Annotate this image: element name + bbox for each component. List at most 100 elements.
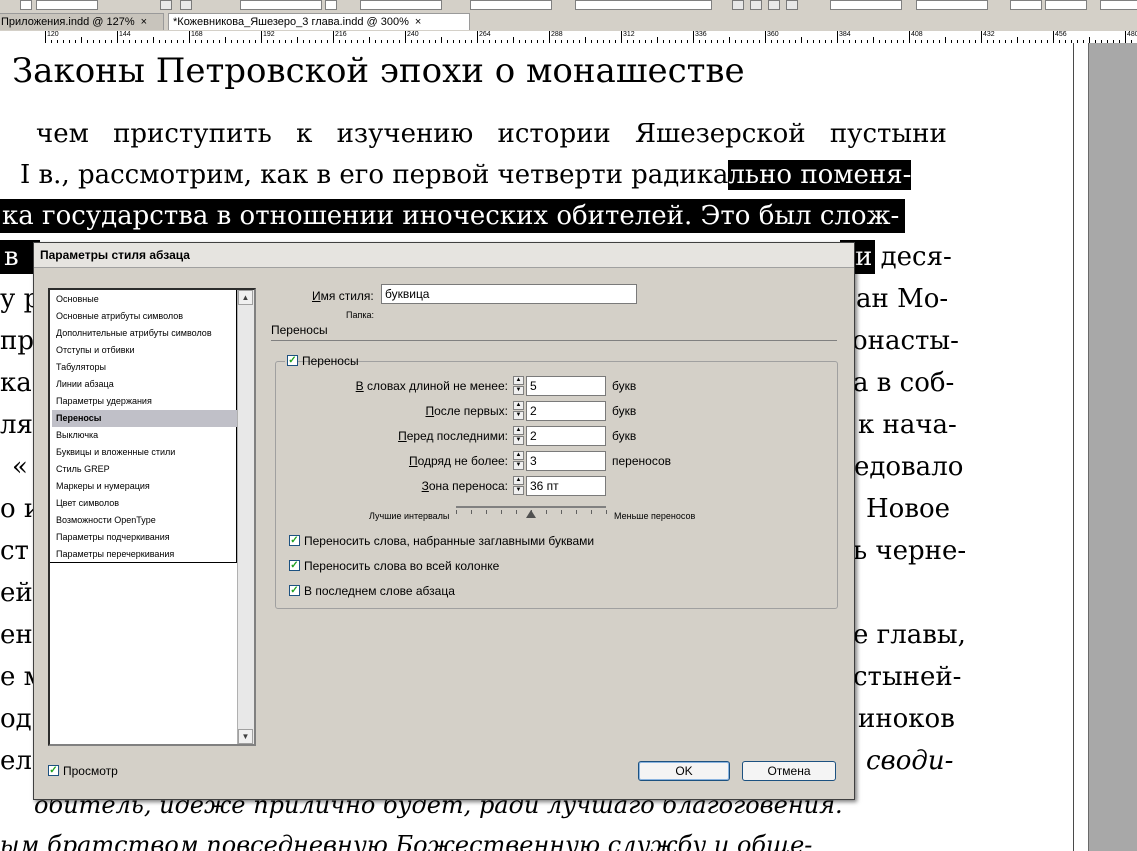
text-line[interactable]: ел <box>0 744 32 778</box>
tab-applications[interactable]: Приложения.indd @ 127% × <box>0 13 164 30</box>
toolbar-field[interactable] <box>36 0 98 10</box>
category-item[interactable]: Буквицы и вложенные стили <box>52 444 240 461</box>
spin-down-icon[interactable]: ▼ <box>513 486 524 495</box>
cancel-button[interactable]: Отмена <box>742 761 836 781</box>
option-checkbox[interactable]: ✓ <box>289 560 300 571</box>
spin-down-icon[interactable]: ▼ <box>513 436 524 445</box>
category-item[interactable]: Параметры перечеркивания <box>52 546 240 563</box>
category-item[interactable]: Возможности OpenType <box>52 512 240 529</box>
spin-down-icon[interactable]: ▼ <box>513 411 524 420</box>
text-line[interactable]: стыней- <box>853 660 961 694</box>
category-item[interactable]: Основные атрибуты символов <box>52 308 240 325</box>
text-line[interactable]: своди- <box>866 744 953 778</box>
category-list[interactable]: Основные Основные атрибуты символов Дополн… <box>48 288 256 746</box>
toolbar-button[interactable] <box>20 0 32 10</box>
toolbar-field[interactable] <box>470 0 552 10</box>
toolbar-button[interactable] <box>180 0 192 10</box>
category-item[interactable]: Дополнительные атрибуты символов <box>52 325 240 342</box>
text-line[interactable]: Новое <box>866 492 950 526</box>
field-spinner[interactable]: ▲ ▼ <box>513 426 525 446</box>
scroll-down-button[interactable]: ▼ <box>238 729 253 744</box>
toolbar-button[interactable] <box>768 0 780 10</box>
chapter-heading[interactable]: Законы Петровской эпохи о монашестве <box>12 51 745 91</box>
category-scrollbar[interactable]: ▲ ▼ <box>237 290 254 744</box>
hyphenation-slider-thumb[interactable] <box>526 510 536 518</box>
text-line[interactable]: к нача- <box>858 408 957 442</box>
category-item[interactable]: Маркеры и нумерация <box>52 478 240 495</box>
toolbar-button[interactable] <box>325 0 337 10</box>
field-spinner[interactable]: ▲ ▼ <box>513 376 525 396</box>
text-line[interactable]: од <box>0 702 32 736</box>
field-spinner[interactable]: ▲ ▼ <box>513 451 525 471</box>
close-icon[interactable]: × <box>141 16 147 28</box>
hyphenation-slider-track[interactable] <box>456 506 606 508</box>
text-line[interactable]: ым братством повседневную Божественную с… <box>0 828 812 851</box>
spin-up-icon[interactable]: ▲ <box>513 451 524 460</box>
option-checkbox[interactable]: ✓ <box>289 535 300 546</box>
text-line[interactable]: ей <box>0 576 33 610</box>
toolbar-field[interactable] <box>575 0 712 10</box>
dialog-title[interactable]: Параметры стиля абзаца <box>34 243 854 268</box>
hyphenation-checkbox[interactable]: ✓ <box>287 355 298 366</box>
toolbar-field[interactable] <box>1045 0 1087 10</box>
spin-down-icon[interactable]: ▼ <box>513 386 524 395</box>
text-line[interactable]: ен <box>0 618 33 652</box>
toolbar-field[interactable] <box>360 0 442 10</box>
toolbar-button[interactable] <box>750 0 762 10</box>
field-spinner[interactable]: ▲ ▼ <box>513 476 525 496</box>
text-line[interactable]: иноков <box>858 702 955 736</box>
text-line[interactable]: онасты- <box>852 324 959 358</box>
spin-up-icon[interactable]: ▲ <box>513 376 524 385</box>
category-item[interactable]: Выключка <box>52 427 240 444</box>
category-item[interactable]: Параметры удержания <box>52 393 240 410</box>
scroll-up-button[interactable]: ▲ <box>238 290 253 305</box>
text-line[interactable]: а в соб- <box>853 366 954 400</box>
text-line[interactable]: и деся- <box>855 240 952 274</box>
ok-button[interactable]: OK <box>638 761 730 781</box>
text-line[interactable]: ля <box>0 408 33 442</box>
option-checkbox[interactable]: ✓ <box>289 585 300 596</box>
selected-text-line[interactable]: ка государства в отношении иноческих оби… <box>0 199 906 233</box>
toolbar-button[interactable] <box>160 0 172 10</box>
field-input[interactable]: 2 <box>526 426 606 446</box>
text-line[interactable]: I в., рассмотрим, как в его первой четве… <box>20 158 912 192</box>
toolbar-button[interactable] <box>732 0 744 10</box>
spin-up-icon[interactable]: ▲ <box>513 476 524 485</box>
category-item[interactable]: Цвет символов <box>52 495 240 512</box>
field-input[interactable]: 2 <box>526 401 606 421</box>
toolbar-field[interactable] <box>1100 0 1137 10</box>
tab-chapter-3[interactable]: *Кожевникова_Яшезеро_3 глава.indd @ 300%… <box>168 13 470 30</box>
text-line[interactable]: ст <box>0 534 29 568</box>
toolbar-field[interactable] <box>240 0 322 10</box>
category-item[interactable]: Переносы <box>52 410 240 427</box>
text-line[interactable]: едовало <box>854 450 963 484</box>
category-item[interactable]: Линии абзаца <box>52 376 240 393</box>
text-line[interactable]: ан Мо- <box>856 282 948 316</box>
spin-up-icon[interactable]: ▲ <box>513 401 524 410</box>
preview-checkbox[interactable]: ✓ <box>48 765 59 776</box>
text-line[interactable]: чем приступить к изучению истории Яшезер… <box>36 117 947 151</box>
category-item[interactable]: Отступы и отбивки <box>52 342 240 359</box>
category-item[interactable]: Стиль GREP <box>52 461 240 478</box>
category-item[interactable]: Табуляторы <box>52 359 240 376</box>
text-line[interactable]: ь черне- <box>853 534 966 568</box>
spin-up-icon[interactable]: ▲ <box>513 426 524 435</box>
toolbar-field[interactable] <box>916 0 988 10</box>
text-line[interactable]: ка <box>0 366 32 400</box>
category-item[interactable]: Параметры подчеркивания <box>52 529 240 546</box>
field-label: Перед последними: <box>398 429 508 443</box>
field-input[interactable]: 36 пт <box>526 476 606 496</box>
field-input[interactable]: 3 <box>526 451 606 471</box>
close-icon[interactable]: × <box>415 16 421 28</box>
toolbar-field[interactable] <box>830 0 902 10</box>
toolbar-field[interactable] <box>1010 0 1042 10</box>
field-spinner[interactable]: ▲ ▼ <box>513 401 525 421</box>
toolbar-button[interactable] <box>786 0 798 10</box>
text-line[interactable]: « <box>12 450 28 484</box>
spin-down-icon[interactable]: ▼ <box>513 461 524 470</box>
style-name-input[interactable]: буквица <box>381 284 637 304</box>
category-item[interactable]: Основные <box>52 291 240 308</box>
field-input[interactable]: 5 <box>526 376 606 396</box>
text-line[interactable]: пр <box>0 324 34 358</box>
text-line[interactable]: е главы, <box>853 618 966 652</box>
